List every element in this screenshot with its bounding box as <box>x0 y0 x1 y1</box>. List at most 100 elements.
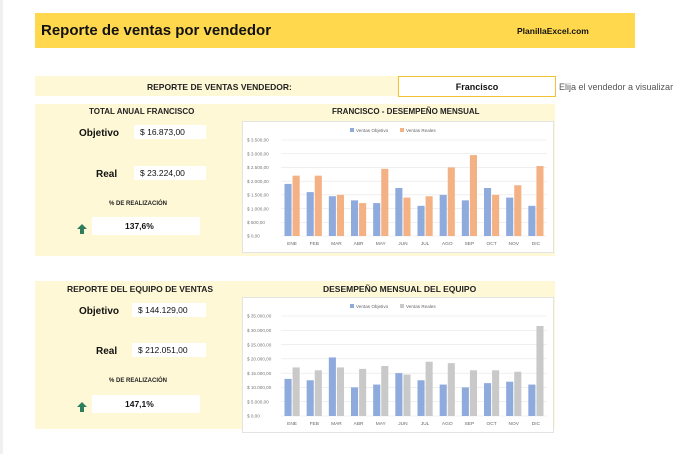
legend-label: Ventas Reales <box>406 128 436 133</box>
bar-real <box>514 185 522 236</box>
y-tick-label: $ 20.000,00 <box>247 357 272 362</box>
bar-objetivo <box>373 203 381 236</box>
team-real-value: $ 212.051,00 <box>132 343 206 357</box>
y-tick-label: $ 10.000,00 <box>247 385 272 390</box>
bar-objetivo <box>483 188 492 236</box>
up-arrow-icon <box>77 399 87 417</box>
bar-objetivo <box>439 384 447 416</box>
x-tick-label: NOV <box>509 241 520 247</box>
report-title: Reporte de ventas por vendedor <box>41 22 272 39</box>
y-tick-label: $ 0,00 <box>247 234 260 239</box>
x-tick-label: DIC <box>532 421 541 427</box>
x-tick-label: NOV <box>509 421 520 427</box>
bar-real <box>536 166 544 236</box>
y-tick-label: $ 5.000,00 <box>247 399 269 404</box>
legend-swatch <box>350 304 354 308</box>
bar-objetivo <box>306 380 314 416</box>
x-tick-label: ABR <box>354 241 364 247</box>
x-tick-label: DIC <box>532 241 541 247</box>
legend-swatch <box>400 128 404 132</box>
sheet-left-edge <box>0 0 3 454</box>
y-tick-label: $ 2.000,00 <box>247 179 269 184</box>
seller-real-label: Real <box>96 169 118 180</box>
y-tick-label: $ 500,00 <box>247 220 265 225</box>
seller-pct-value: 137,6% <box>92 217 200 235</box>
up-arrow-icon <box>77 221 87 239</box>
selector-hint: Elija el vendedor a visualizar <box>559 82 674 92</box>
x-tick-label: FEB <box>310 241 319 247</box>
legend-swatch <box>350 128 354 132</box>
brand-label: PlanillaExcel.com <box>517 26 589 36</box>
x-tick-label: ENE <box>287 421 297 427</box>
x-tick-label: MAY <box>376 421 387 427</box>
seller-chart: Ventas Objetivo Ventas Reales $ 0,00 $ 500,… <box>242 121 554 253</box>
bar-objetivo <box>284 183 292 236</box>
team-real-label: Real <box>96 346 118 357</box>
bar-objetivo <box>328 357 336 416</box>
x-tick-label: MAY <box>376 241 387 247</box>
bar-real <box>469 370 478 416</box>
team-chart-title: DESEMPEÑO MENSUAL DEL EQUIPO <box>323 284 477 294</box>
team-panel-title: REPORTE DEL EQUIPO DE VENTAS <box>67 284 214 294</box>
bar-real <box>447 363 455 416</box>
legend-label: Ventas Reales <box>406 304 436 309</box>
y-tick-label: $ 1.000,00 <box>247 206 269 211</box>
bar-objetivo <box>350 200 359 236</box>
bar-objetivo <box>461 387 469 416</box>
y-tick-label: $ 35.000,00 <box>247 314 272 319</box>
x-tick-label: SEP <box>465 421 475 427</box>
x-tick-label: ENE <box>287 241 297 247</box>
x-tick-label: MAR <box>331 421 342 427</box>
bar-real <box>447 167 455 236</box>
bar-real <box>292 367 300 416</box>
bar-objetivo <box>528 205 536 236</box>
legend-swatch <box>400 304 404 308</box>
bar-real <box>425 196 433 236</box>
x-tick-label: JUN <box>398 421 408 427</box>
y-tick-label: $ 25.000,00 <box>247 342 272 347</box>
y-tick-label: $ 3.000,00 <box>247 151 269 156</box>
bar-real <box>403 374 411 416</box>
y-tick-label: $ 15.000,00 <box>247 371 272 376</box>
team-chart-svg: Ventas Objetivo Ventas Reales $ 0,00 $ 5.00… <box>247 304 547 427</box>
x-tick-label: OCT <box>487 241 497 247</box>
seller-panel-title: TOTAL ANUAL FRANCISCO <box>89 107 195 116</box>
bar-real <box>314 370 322 416</box>
seller-objetivo-label: Objetivo <box>79 128 120 139</box>
team-pct-value: 147,1% <box>92 395 200 413</box>
bar-objetivo <box>417 205 425 236</box>
seller-pct-label: % DE REALIZACIÓN <box>109 201 168 207</box>
bar-real <box>336 194 345 236</box>
bar-objetivo <box>328 196 336 236</box>
x-tick-label: SEP <box>465 241 475 247</box>
bar-real <box>514 371 522 416</box>
bar-objetivo <box>395 373 403 416</box>
bar-real <box>381 366 389 416</box>
bar-real <box>492 370 500 416</box>
selector-label: REPORTE DE VENTAS VENDEDOR: <box>147 82 292 92</box>
bar-objetivo <box>483 383 492 416</box>
bar-real <box>336 367 345 416</box>
x-tick-label: JUL <box>421 421 430 427</box>
x-tick-label: AGO <box>442 421 453 427</box>
bar-real <box>359 368 367 416</box>
bar-objetivo <box>284 378 292 416</box>
team-pct-label: % DE REALIZACIÓN <box>109 378 168 384</box>
y-tick-label: $ 30.000,00 <box>247 328 272 333</box>
bar-objetivo <box>439 194 447 236</box>
legend-label: Ventas Objetivo <box>356 128 389 133</box>
bar-real <box>403 197 411 236</box>
seller-real-value: $ 23.224,00 <box>134 166 206 180</box>
x-tick-label: OCT <box>487 421 497 427</box>
x-tick-label: JUL <box>421 241 430 247</box>
seller-objetivo-value: $ 16.873,00 <box>134 125 206 139</box>
bar-objetivo <box>395 188 403 236</box>
y-tick-label: $ 2.500,00 <box>247 165 269 170</box>
x-tick-label: MAR <box>331 241 342 247</box>
seller-select[interactable]: Francisco <box>398 76 556 97</box>
bar-objetivo <box>506 197 514 236</box>
bar-real <box>381 168 389 236</box>
bar-real <box>536 326 544 416</box>
bar-real <box>292 175 300 236</box>
bar-objetivo <box>506 381 514 416</box>
